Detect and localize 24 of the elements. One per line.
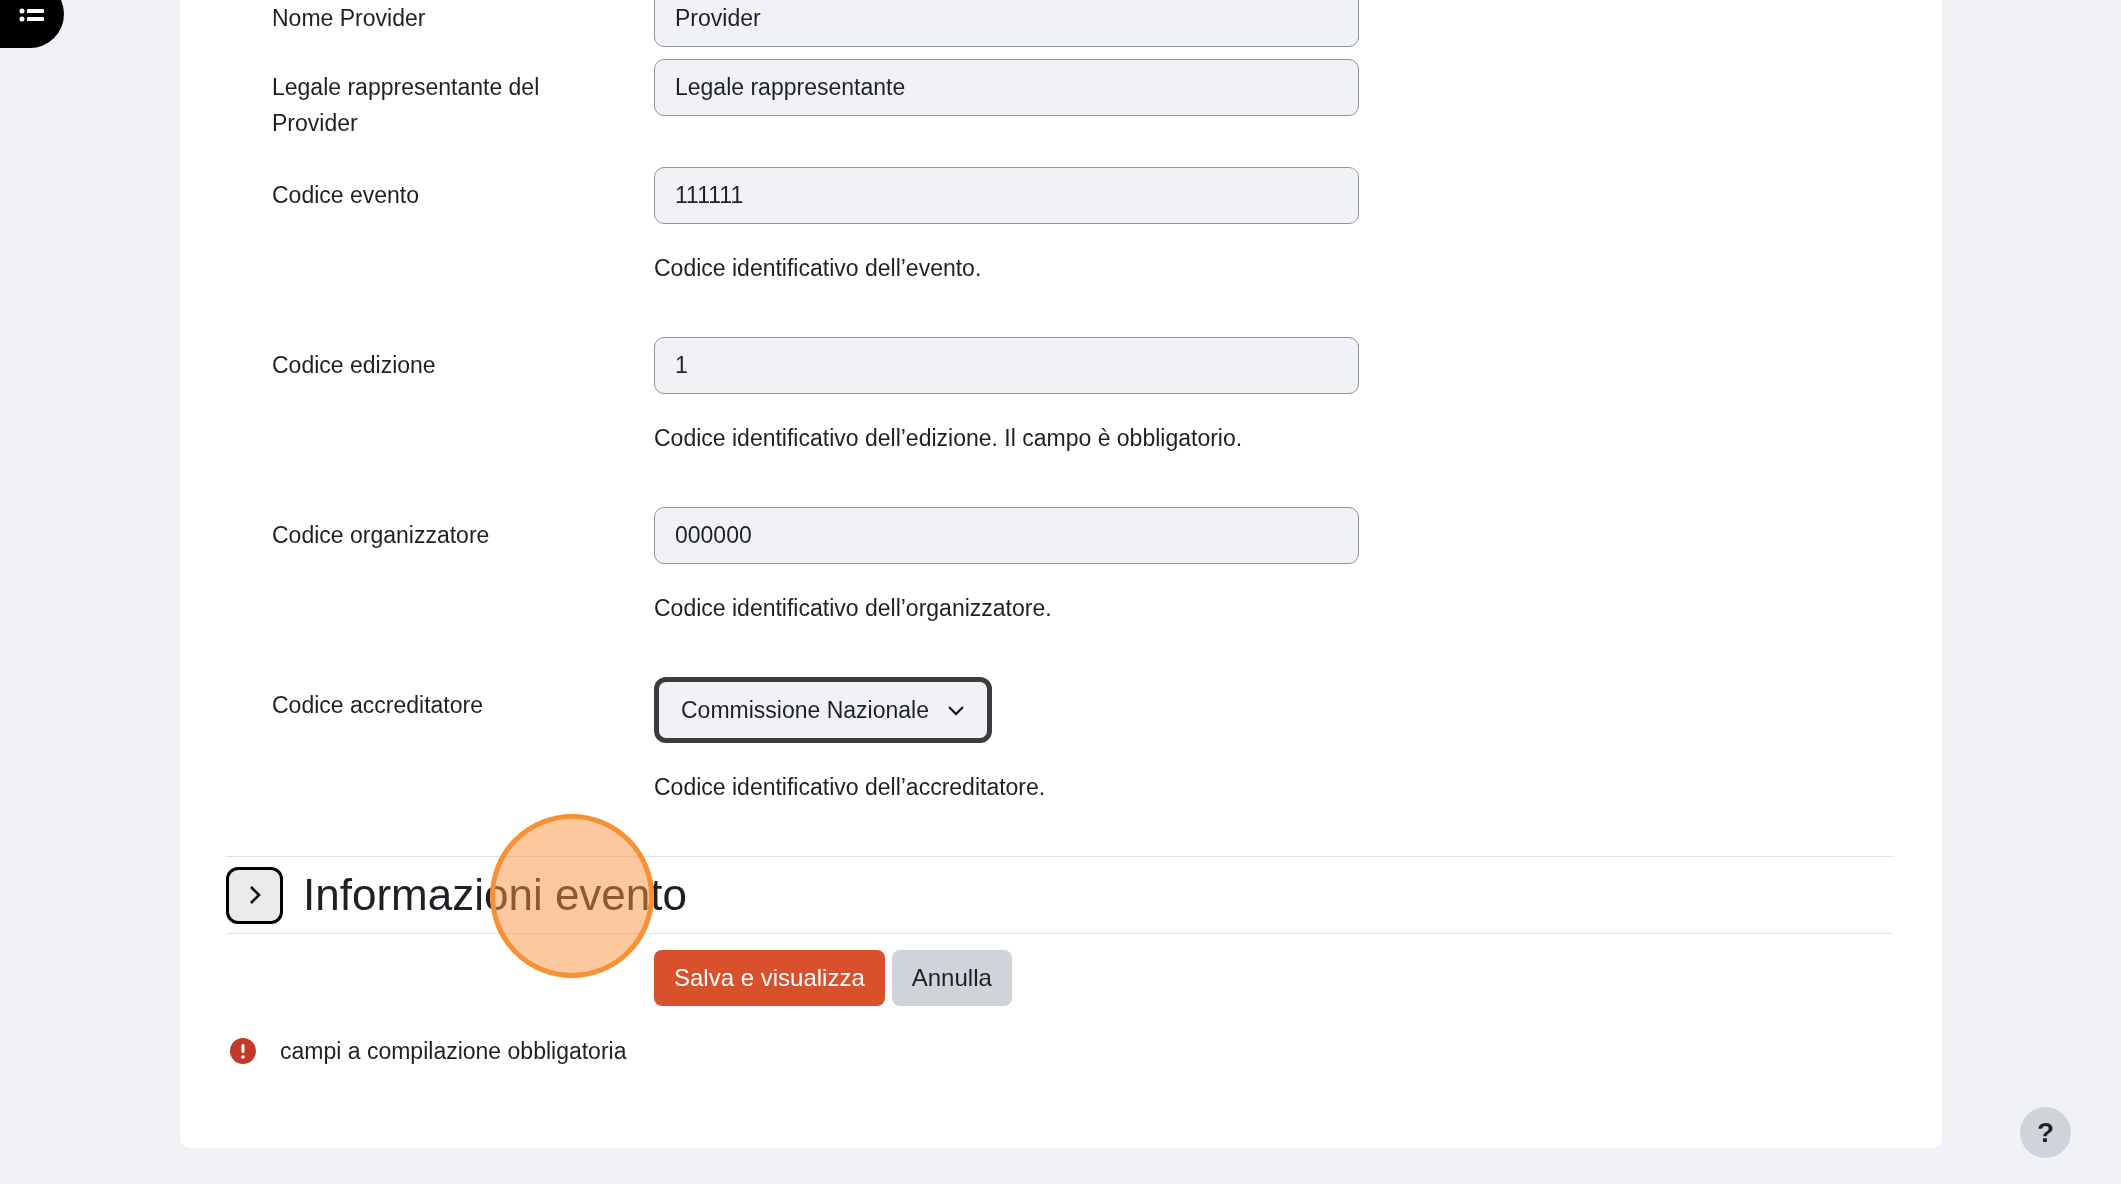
save-button[interactable]: Salva e visualizza <box>654 950 885 1006</box>
field-label: Nome Provider <box>272 4 427 33</box>
field-label: Codice edizione <box>272 351 437 380</box>
help-button[interactable]: ? <box>2020 1107 2071 1158</box>
text-field[interactable]: 1 <box>654 337 1359 394</box>
field-label: Codice organizzatore <box>272 521 491 550</box>
text-field[interactable]: 111111 <box>654 167 1359 224</box>
help-text: Codice identificativo dell’evento. <box>654 254 982 283</box>
menu-button[interactable] <box>0 0 64 48</box>
text-field[interactable]: Provider <box>654 0 1359 47</box>
field-label: Codice accreditatore <box>272 691 484 720</box>
field-label: Legale rappresentante del Provider <box>272 73 541 138</box>
select-field[interactable]: Commissione Nazionale <box>654 677 992 743</box>
help-text: Codice identificativo dell’organizzatore. <box>654 594 1052 623</box>
text-field[interactable]: 000000 <box>654 507 1359 564</box>
alert-icon <box>230 1038 256 1065</box>
help-text: Codice identificativo dell’edizione. Il campo è obbligatorio. <box>654 424 1243 453</box>
required-note: campi a compilazione obbligatoria <box>280 1037 627 1066</box>
field-label: Codice evento <box>272 181 421 210</box>
text-field[interactable]: Legale rappresentante <box>654 59 1359 116</box>
chevron-down-icon <box>947 704 965 716</box>
cancel-button[interactable]: Annulla <box>891 950 1012 1006</box>
expand-toggle[interactable] <box>226 866 283 924</box>
help-text: Codice identificativo dell’accreditatore. <box>654 773 1046 802</box>
